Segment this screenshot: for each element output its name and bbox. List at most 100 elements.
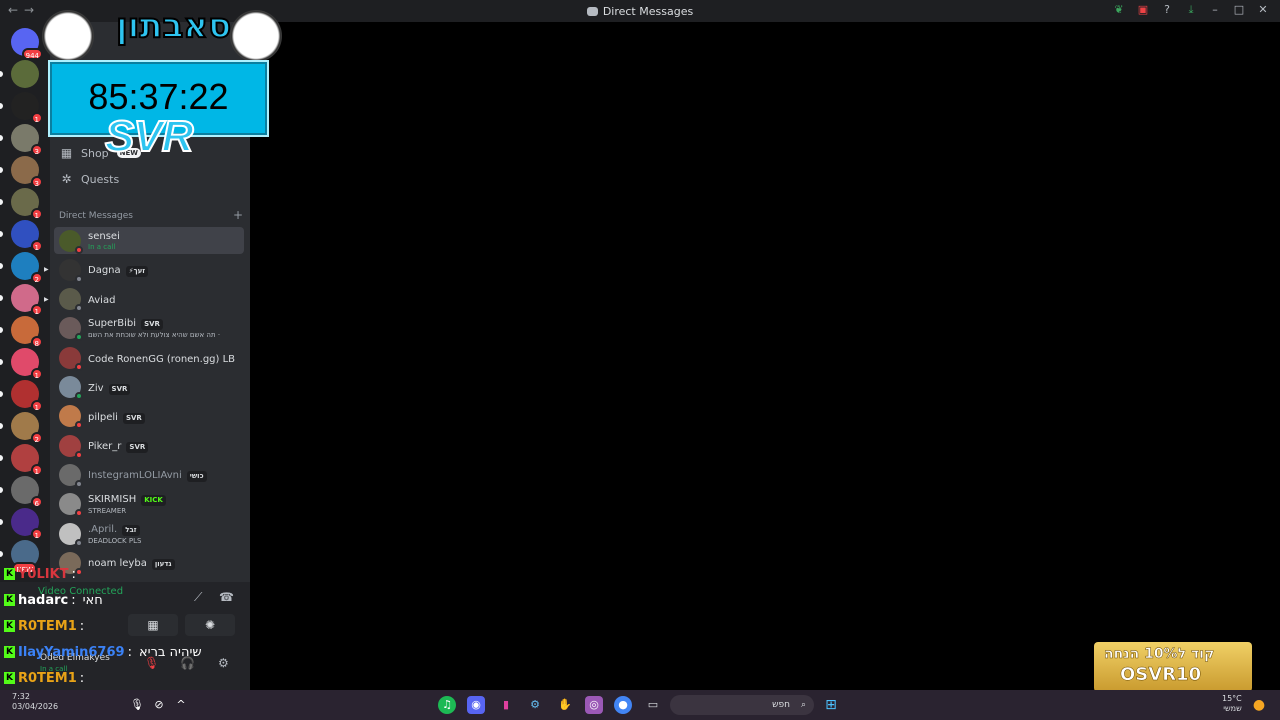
dm-item[interactable]: Piker_r SVR: [54, 432, 244, 459]
server-icon[interactable]: 1: [11, 220, 43, 252]
chat-text: שיהיה בריא: [138, 644, 202, 660]
dm-item[interactable]: .April. זבל DEADLOCK PLS: [54, 520, 244, 547]
status-indicator: [75, 509, 83, 518]
server-icon[interactable]: 2: [11, 412, 43, 444]
dm-name-row: Dagna ⚡זעך: [88, 262, 149, 278]
dm-item[interactable]: pilpeli SVR: [54, 403, 244, 430]
dm-text: SKIRMISH KICK STREAMER: [88, 491, 166, 517]
unread-badge: 2: [30, 432, 43, 444]
noise-suppression-icon[interactable]: ⟋: [194, 590, 202, 605]
download-icon[interactable]: ⤓: [1184, 3, 1198, 17]
unread-pill: [0, 359, 3, 365]
chat-username: R0TEM1: [18, 618, 77, 634]
avatar: [59, 434, 83, 459]
dm-item[interactable]: Aviad: [54, 286, 244, 313]
unread-badge: 1: [30, 464, 43, 476]
server-icon[interactable]: 1: [11, 380, 43, 412]
dm-name-row: noam leyba גדעון: [88, 555, 175, 571]
server-icon[interactable]: 1: [11, 444, 43, 476]
minimize-icon[interactable]: –: [1208, 3, 1222, 17]
dm-item[interactable]: Ziv SVR: [54, 374, 244, 401]
dm-text: SuperBibi SVR תה אשם שהיא צולעת ולא שוכחת …: [88, 315, 220, 341]
chat-username: Y0LIKT: [18, 566, 69, 582]
soundboard-button[interactable]: ✺: [185, 614, 235, 636]
server-icon[interactable]: 8: [11, 316, 43, 348]
server-icon[interactable]: 1: [11, 188, 43, 220]
app-icon-pink[interactable]: ▮: [497, 696, 515, 714]
search-placeholder: חפש: [772, 700, 790, 710]
dm-text: pilpeli SVR: [88, 409, 145, 424]
close-icon[interactable]: ✕: [1256, 3, 1270, 17]
windows-start-icon[interactable]: ⊞: [822, 696, 840, 714]
camera-off-icon[interactable]: ⊘: [150, 696, 168, 714]
avatar: [59, 463, 83, 488]
settings-gear-icon[interactable]: ⚙: [218, 656, 229, 670]
clan-tag: כושי: [186, 471, 207, 483]
help-icon[interactable]: ?: [1160, 3, 1174, 17]
dm-subtext: STREAMER: [88, 507, 127, 516]
dm-item[interactable]: SuperBibi SVR תה אשם שהיא צולעת ולא שוכחת …: [54, 315, 244, 342]
activities-button[interactable]: ▦: [128, 614, 178, 636]
dm-item[interactable]: InstegramLOLIAvni כושי: [54, 461, 244, 488]
app-icon-purple[interactable]: ◎: [585, 696, 603, 714]
dm-text: Aviad: [88, 292, 115, 306]
steam-icon[interactable]: ⚙: [526, 696, 544, 714]
dm-text: Ziv SVR: [88, 380, 131, 395]
server-icon[interactable]: NEW: [11, 540, 39, 574]
server-icon[interactable]: 1: [11, 284, 43, 316]
windows-taskbar: [0, 690, 1280, 720]
home-button[interactable]: 944: [11, 28, 43, 60]
server-icon[interactable]: 1: [11, 508, 43, 540]
sidebar-item-quests[interactable]: ✲ Quests: [58, 166, 242, 192]
unread-badge: 1: [30, 112, 43, 124]
chevron-up-icon[interactable]: ^: [172, 696, 190, 714]
weather-temp: 15°C: [1222, 694, 1242, 703]
server-icon[interactable]: 3: [11, 124, 43, 156]
weather-widget[interactable]: 15°C שמשי: [1222, 694, 1242, 714]
dm-item[interactable]: SKIRMISH KICK STREAMER: [54, 491, 244, 518]
dm-item[interactable]: noam leyba גדעון: [54, 549, 244, 576]
dm-name-row: Code RonenGG (ronen.gg) LB: [88, 351, 235, 365]
create-dm-plus-icon[interactable]: +: [233, 209, 243, 221]
dm-name-row: Piker_r SVR: [88, 438, 149, 454]
mic-icon[interactable]: 🎙: [128, 696, 146, 714]
unread-pill: [0, 423, 3, 429]
server-icon[interactable]: 1: [11, 92, 43, 124]
server-icon[interactable]: 6: [11, 476, 43, 508]
dm-item[interactable]: sensei In a call: [54, 227, 244, 254]
spotify-icon[interactable]: ♫: [438, 696, 456, 714]
dm-name: sensei: [88, 231, 120, 242]
clock-left-icon: [42, 10, 94, 62]
server-icon[interactable]: [11, 60, 39, 88]
app-icon-red[interactable]: ✋: [556, 696, 574, 714]
disconnect-icon[interactable]: ☎: [219, 590, 234, 604]
dm-item[interactable]: Dagna ⚡זעך: [54, 256, 244, 283]
screen-share-icon[interactable]: ▣: [1136, 3, 1150, 17]
chat-message: KR0TEM1:: [4, 617, 87, 635]
clan-tag: SVR: [141, 319, 163, 331]
expand-arrow-icon[interactable]: ▶: [44, 296, 49, 303]
server-icon[interactable]: 3: [11, 156, 43, 188]
expand-arrow-icon[interactable]: ▶: [44, 266, 49, 273]
weather-sun-icon: ●: [1252, 697, 1266, 713]
taskbar-search-input[interactable]: חפש ⌕: [670, 695, 814, 715]
discord-taskbar-icon[interactable]: ◉: [467, 696, 485, 714]
server-icon[interactable]: 1: [11, 348, 43, 380]
server-icon[interactable]: 2: [11, 252, 43, 284]
clock-right-icon: [230, 10, 282, 62]
chat-separator: :: [79, 670, 85, 686]
maximize-icon[interactable]: □: [1232, 3, 1246, 17]
chrome-icon[interactable]: ●: [614, 696, 632, 714]
chat-username: IlayYamin6769: [18, 644, 125, 660]
unread-badge: 1: [30, 528, 43, 540]
avatar: [59, 229, 83, 254]
dm-subtext: DEADLOCK PLS: [88, 536, 142, 545]
dm-header-label: Direct Messages: [59, 211, 133, 221]
file-explorer-icon[interactable]: ▭: [644, 696, 662, 714]
dm-name: pilpeli: [88, 411, 118, 423]
chat-separator: :: [71, 592, 76, 608]
dm-item[interactable]: Code RonenGG (ronen.gg) LB: [54, 344, 244, 371]
avatar: [59, 258, 83, 283]
nitro-leaf-icon[interactable]: ❦: [1112, 3, 1126, 17]
avatar: [59, 522, 83, 547]
